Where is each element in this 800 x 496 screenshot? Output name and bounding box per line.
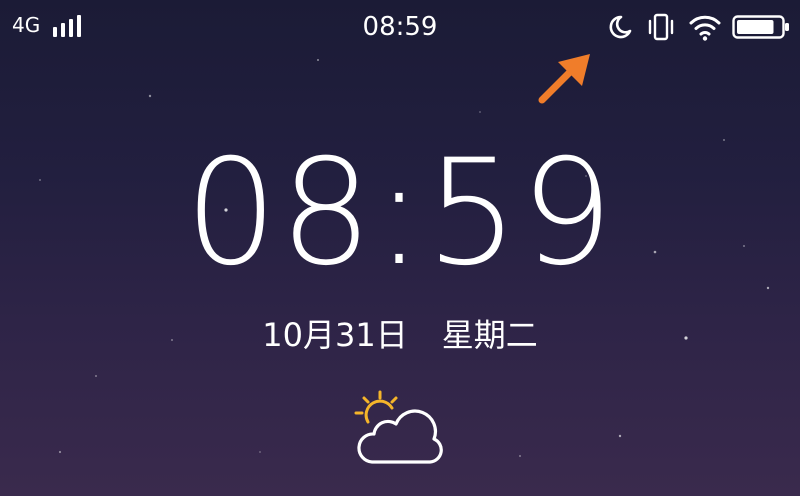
lock-screen-clock: 08:59 bbox=[184, 128, 616, 298]
weekday-label: 星期二 bbox=[441, 316, 538, 354]
do-not-disturb-moon-icon bbox=[609, 15, 632, 39]
date-label: 10月31日 bbox=[262, 316, 408, 354]
battery-icon bbox=[732, 15, 789, 39]
status-bar: 4G 08:59 bbox=[0, 0, 800, 56]
vibrate-icon bbox=[648, 13, 674, 41]
wifi-icon bbox=[689, 15, 721, 41]
date-row: 10月31日 星期二 bbox=[0, 310, 800, 356]
partly-cloudy-icon[interactable] bbox=[350, 388, 448, 470]
pointer-arrow-icon bbox=[538, 54, 590, 104]
status-bar-time: 08:59 bbox=[362, 12, 438, 42]
